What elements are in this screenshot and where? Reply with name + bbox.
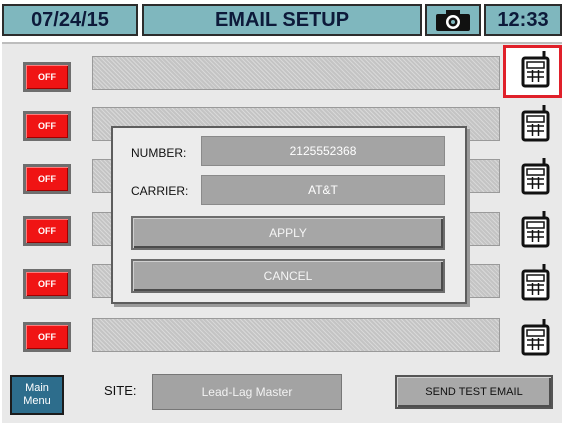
camera-button[interactable] — [425, 4, 481, 36]
time-display: 12:33 — [484, 4, 562, 36]
main-menu-button[interactable]: Main Menu — [10, 375, 64, 415]
camera-icon — [436, 10, 470, 31]
phone-icon[interactable] — [518, 104, 552, 142]
toggle-off-button[interactable]: OFF — [23, 62, 71, 92]
cancel-button[interactable]: CANCEL — [131, 259, 445, 293]
toggle-off-button[interactable]: OFF — [23, 111, 71, 141]
phone-setup-dialog: NUMBER: 2125552368 CARRIER: AT&T APPLY C… — [111, 126, 467, 304]
phone-icon[interactable] — [518, 210, 552, 248]
page-title: EMAIL SETUP — [142, 4, 422, 36]
send-test-email-button[interactable]: SEND TEST EMAIL — [395, 375, 553, 409]
site-label: SITE: — [104, 383, 137, 398]
toggle-off-button[interactable]: OFF — [23, 216, 71, 246]
number-field[interactable]: 2125552368 — [201, 136, 445, 166]
site-field[interactable]: Lead-Lag Master — [152, 374, 342, 410]
carrier-label: CARRIER: — [131, 184, 189, 198]
phone-icon[interactable] — [518, 318, 552, 356]
carrier-field[interactable]: AT&T — [201, 175, 445, 205]
date-display: 07/24/15 — [2, 4, 138, 36]
header: 07/24/15 EMAIL SETUP 12:33 — [0, 0, 564, 40]
recipient-field[interactable] — [92, 318, 500, 352]
toggle-off-button[interactable]: OFF — [23, 269, 71, 299]
toggle-off-button[interactable]: OFF — [23, 322, 71, 352]
phone-icon[interactable] — [518, 263, 552, 301]
apply-button[interactable]: APPLY — [131, 216, 445, 250]
recipient-field[interactable] — [92, 56, 500, 90]
phone-icon[interactable] — [518, 157, 552, 195]
phone-icon[interactable] — [518, 50, 552, 88]
number-label: NUMBER: — [131, 146, 187, 160]
toggle-off-button[interactable]: OFF — [23, 164, 71, 194]
